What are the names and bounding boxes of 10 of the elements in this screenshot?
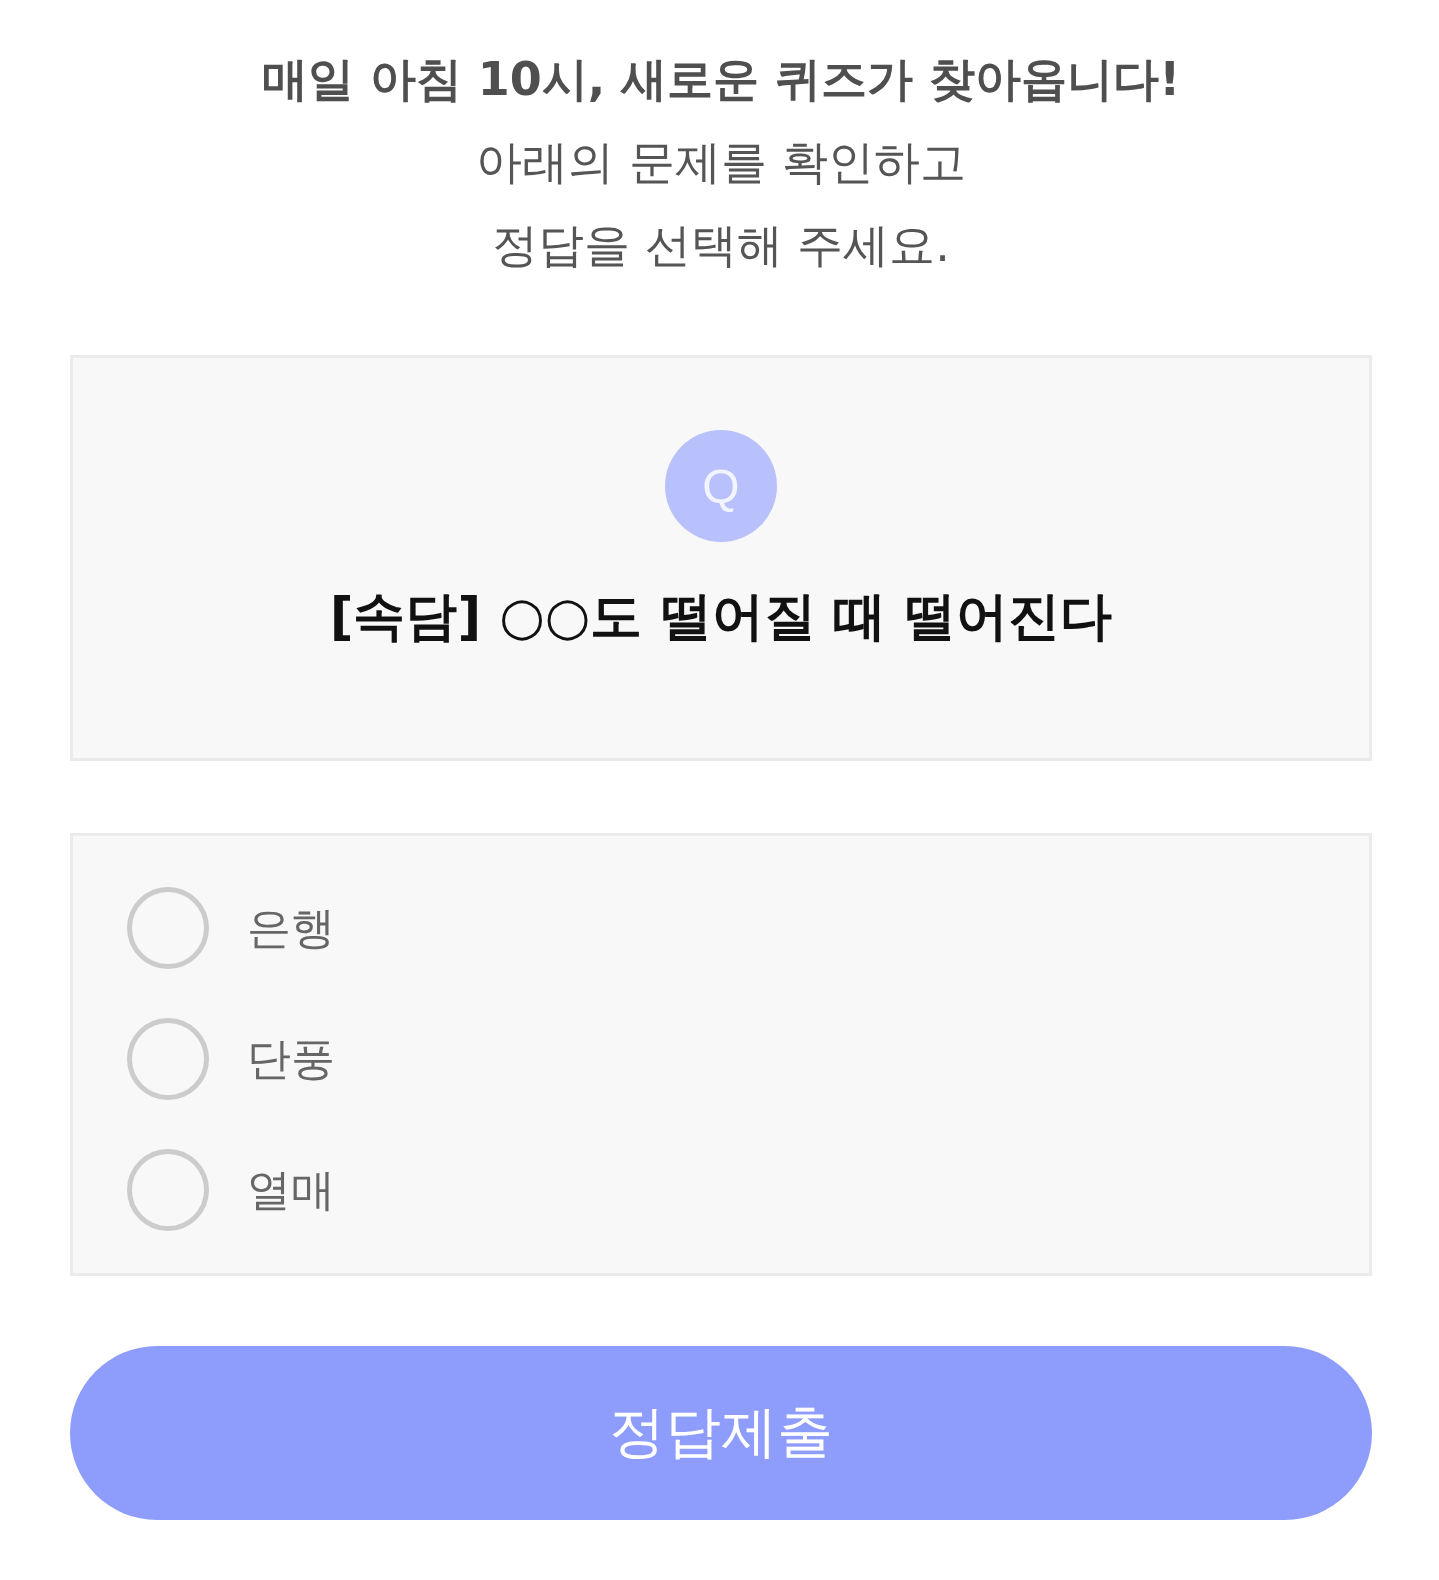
radio-button[interactable] bbox=[127, 1149, 209, 1231]
instruction-text: 아래의 문제를 확인하고 정답을 선택해 주세요. bbox=[476, 134, 966, 274]
question-badge: Q bbox=[665, 430, 777, 542]
option-label[interactable]: 열매 bbox=[247, 1160, 335, 1220]
question-text: [속담] ○○도 떨어질 때 떨어진다 bbox=[329, 586, 1113, 646]
headline: 매일 아침 10시, 새로운 퀴즈가 찾아옵니다! bbox=[261, 51, 1181, 108]
radio-button[interactable] bbox=[127, 887, 209, 969]
radio-button[interactable] bbox=[127, 1018, 209, 1100]
option-label[interactable]: 은행 bbox=[247, 898, 335, 958]
option-label[interactable]: 단풍 bbox=[247, 1029, 335, 1089]
